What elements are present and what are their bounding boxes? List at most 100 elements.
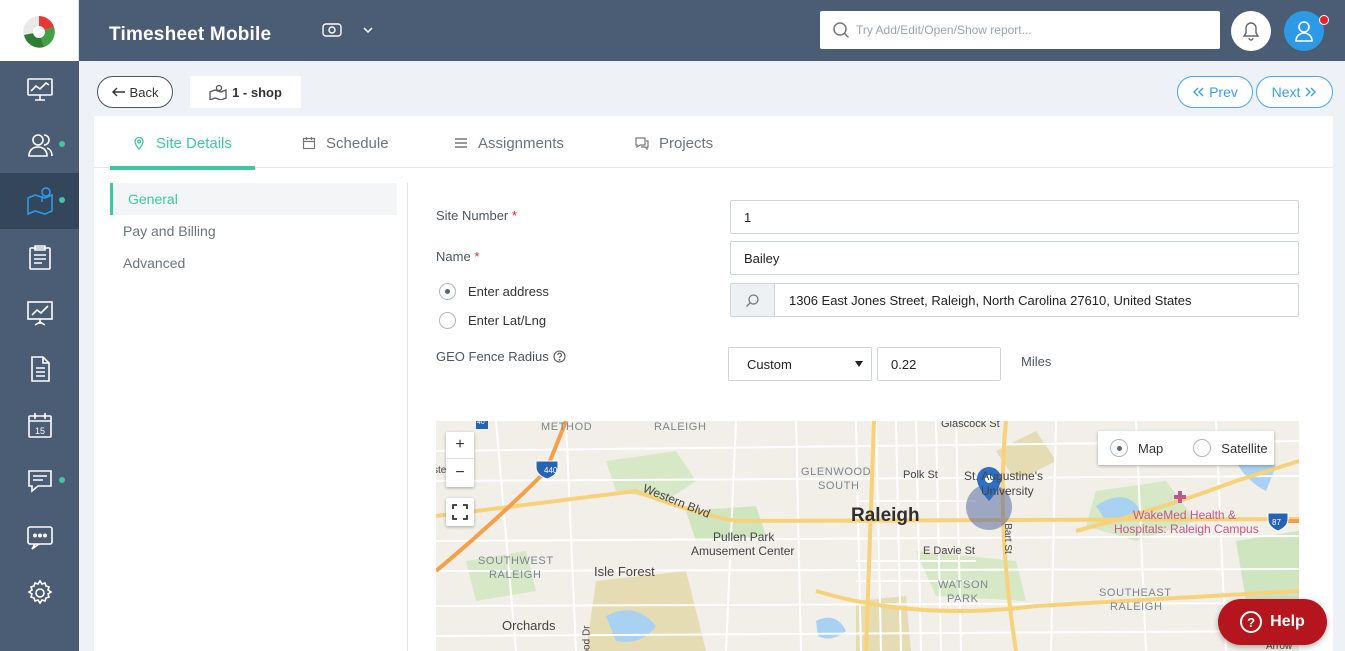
- bell-icon: [1242, 22, 1260, 41]
- section-nav: General Pay and Billing Advanced: [110, 183, 397, 279]
- double-chevron-right-icon: [1305, 87, 1317, 97]
- sidebar-item-timesheets[interactable]: [0, 229, 79, 285]
- sidebar-item-dashboard[interactable]: [0, 61, 79, 117]
- geo-fence-label: GEO Fence Radius: [436, 349, 566, 364]
- notification-dot: [59, 477, 65, 483]
- document-icon: [30, 356, 50, 382]
- subnav-item-pay-billing[interactable]: Pay and Billing: [110, 215, 397, 247]
- radio-button[interactable]: [439, 283, 456, 300]
- tab-site-details[interactable]: Site Details: [132, 116, 232, 170]
- search-box: [820, 11, 1220, 49]
- radius-unit: Miles: [1021, 354, 1052, 369]
- gear-icon: [27, 579, 52, 605]
- hwy-87-label: 87: [1272, 518, 1281, 527]
- chevron-down-icon[interactable]: [363, 26, 373, 34]
- app-title: Timesheet Mobile: [109, 24, 272, 45]
- help-button[interactable]: ? Help: [1218, 599, 1327, 645]
- name-label-text: Name: [436, 249, 471, 264]
- map-label-bart: Bart St: [1001, 523, 1013, 554]
- double-chevron-left-icon: [1193, 87, 1204, 97]
- radio-label: Enter Lat/Lng: [468, 313, 547, 328]
- tab-assignments[interactable]: Assignments: [454, 116, 564, 170]
- address-search-button[interactable]: [731, 284, 775, 316]
- help-label: Help: [1270, 613, 1305, 630]
- radio-button[interactable]: [439, 312, 456, 329]
- divider: [407, 183, 408, 651]
- user-menu-button[interactable]: [1284, 11, 1324, 51]
- site-number-label: Site Number *: [436, 208, 517, 223]
- monitor-chart-icon: [26, 78, 53, 101]
- select-value: Custom: [747, 356, 792, 372]
- map-label-glenwood: GLENWOOD: [801, 466, 872, 478]
- back-button[interactable]: Back: [97, 76, 173, 108]
- sidebar-item-settings[interactable]: [0, 565, 79, 621]
- speech-bubble-icon: [26, 526, 53, 550]
- tab-schedule[interactable]: Schedule: [302, 116, 389, 170]
- notification-dot: [59, 197, 65, 203]
- map-view[interactable]: 440 87 40 METHOD RALEIGH Glascock St GLE…: [436, 421, 1299, 651]
- map-label-side-dr: ood Dr: [581, 625, 593, 651]
- zoom-in-button[interactable]: +: [446, 432, 474, 459]
- name-input[interactable]: [730, 241, 1299, 275]
- map-label-wakemed-campus: Hospitals: Raleigh Campus: [1114, 522, 1259, 536]
- users-icon: [27, 134, 53, 157]
- map-label-university: University: [981, 484, 1034, 498]
- fullscreen-button[interactable]: [446, 498, 474, 526]
- hwy-40-label: 40: [477, 421, 485, 426]
- tab-label: Assignments: [478, 134, 564, 152]
- record-label: 1 - shop: [232, 84, 282, 100]
- sidebar-item-documents[interactable]: [0, 341, 79, 397]
- subnav-item-general[interactable]: General: [110, 183, 397, 215]
- subnav-item-advanced[interactable]: Advanced: [110, 247, 397, 279]
- prev-label: Prev: [1209, 84, 1238, 100]
- site-number-label-text: Site Number: [436, 208, 509, 223]
- map-label-wakemed: WakeMed Health &: [1133, 508, 1236, 522]
- map-type-map-label: Map: [1138, 440, 1164, 456]
- map-label-southeast-raleigh: RALEIGH: [1110, 601, 1163, 613]
- radius-value-input[interactable]: [877, 347, 1001, 381]
- sidebar-item-messages[interactable]: [0, 453, 79, 509]
- sidebar-item-chat[interactable]: [0, 509, 79, 565]
- logo-icon: [23, 15, 55, 48]
- map-label-amusement-center: Amusement Center: [691, 544, 795, 558]
- notification-dot: [1319, 15, 1329, 25]
- sidebar-item-users[interactable]: [0, 117, 79, 173]
- sidebar: 15: [0, 0, 79, 651]
- radio-enter-latlng[interactable]: Enter Lat/Lng: [439, 312, 546, 329]
- radius-type-select[interactable]: Custom: [728, 347, 872, 381]
- user-icon: [1295, 21, 1313, 42]
- sidebar-item-sites[interactable]: [0, 173, 79, 229]
- hwy-440-label: 440: [544, 466, 558, 475]
- map-type-control: Map Satellite: [1098, 431, 1274, 465]
- money-icon[interactable]: [322, 22, 342, 38]
- tab-projects[interactable]: Projects: [635, 116, 713, 170]
- map-type-satellite-radio[interactable]: [1193, 439, 1212, 457]
- sidebar-item-calendar[interactable]: 15: [0, 397, 79, 453]
- map-label-southwest-raleigh: RALEIGH: [489, 569, 542, 581]
- address-input[interactable]: [775, 284, 1298, 316]
- sidebar-item-reports[interactable]: [0, 285, 79, 341]
- top-bar: Timesheet Mobile: [79, 0, 1345, 61]
- app-logo[interactable]: [0, 0, 79, 61]
- chat-icon: [27, 470, 52, 493]
- presentation-chart-icon: [26, 301, 53, 326]
- radio-enter-address[interactable]: Enter address: [439, 283, 549, 300]
- help-circle-icon[interactable]: [553, 350, 566, 363]
- tab-label: Projects: [659, 134, 714, 152]
- svg-text:15: 15: [34, 426, 44, 436]
- map-label-southwest: SOUTHWEST: [478, 555, 554, 567]
- site-map-icon: [209, 84, 227, 100]
- map-label-st-augustine: St. Augustine's: [964, 469, 1044, 483]
- site-number-input[interactable]: [730, 200, 1299, 234]
- map-label-glascock: Glascock St: [941, 421, 1000, 430]
- tab-bar: Site Details Schedule Assignments Projec…: [94, 116, 1333, 170]
- map-pin-icon: [134, 136, 144, 150]
- list-icon: [455, 138, 467, 148]
- notifications-button[interactable]: [1231, 11, 1271, 51]
- zoom-out-button[interactable]: −: [446, 459, 474, 486]
- map-type-map-radio[interactable]: [1110, 439, 1128, 457]
- search-input[interactable]: [856, 23, 1196, 37]
- map-label-raleigh-top: RALEIGH: [654, 421, 707, 433]
- next-button[interactable]: Next: [1256, 76, 1333, 108]
- prev-button[interactable]: Prev: [1177, 76, 1253, 108]
